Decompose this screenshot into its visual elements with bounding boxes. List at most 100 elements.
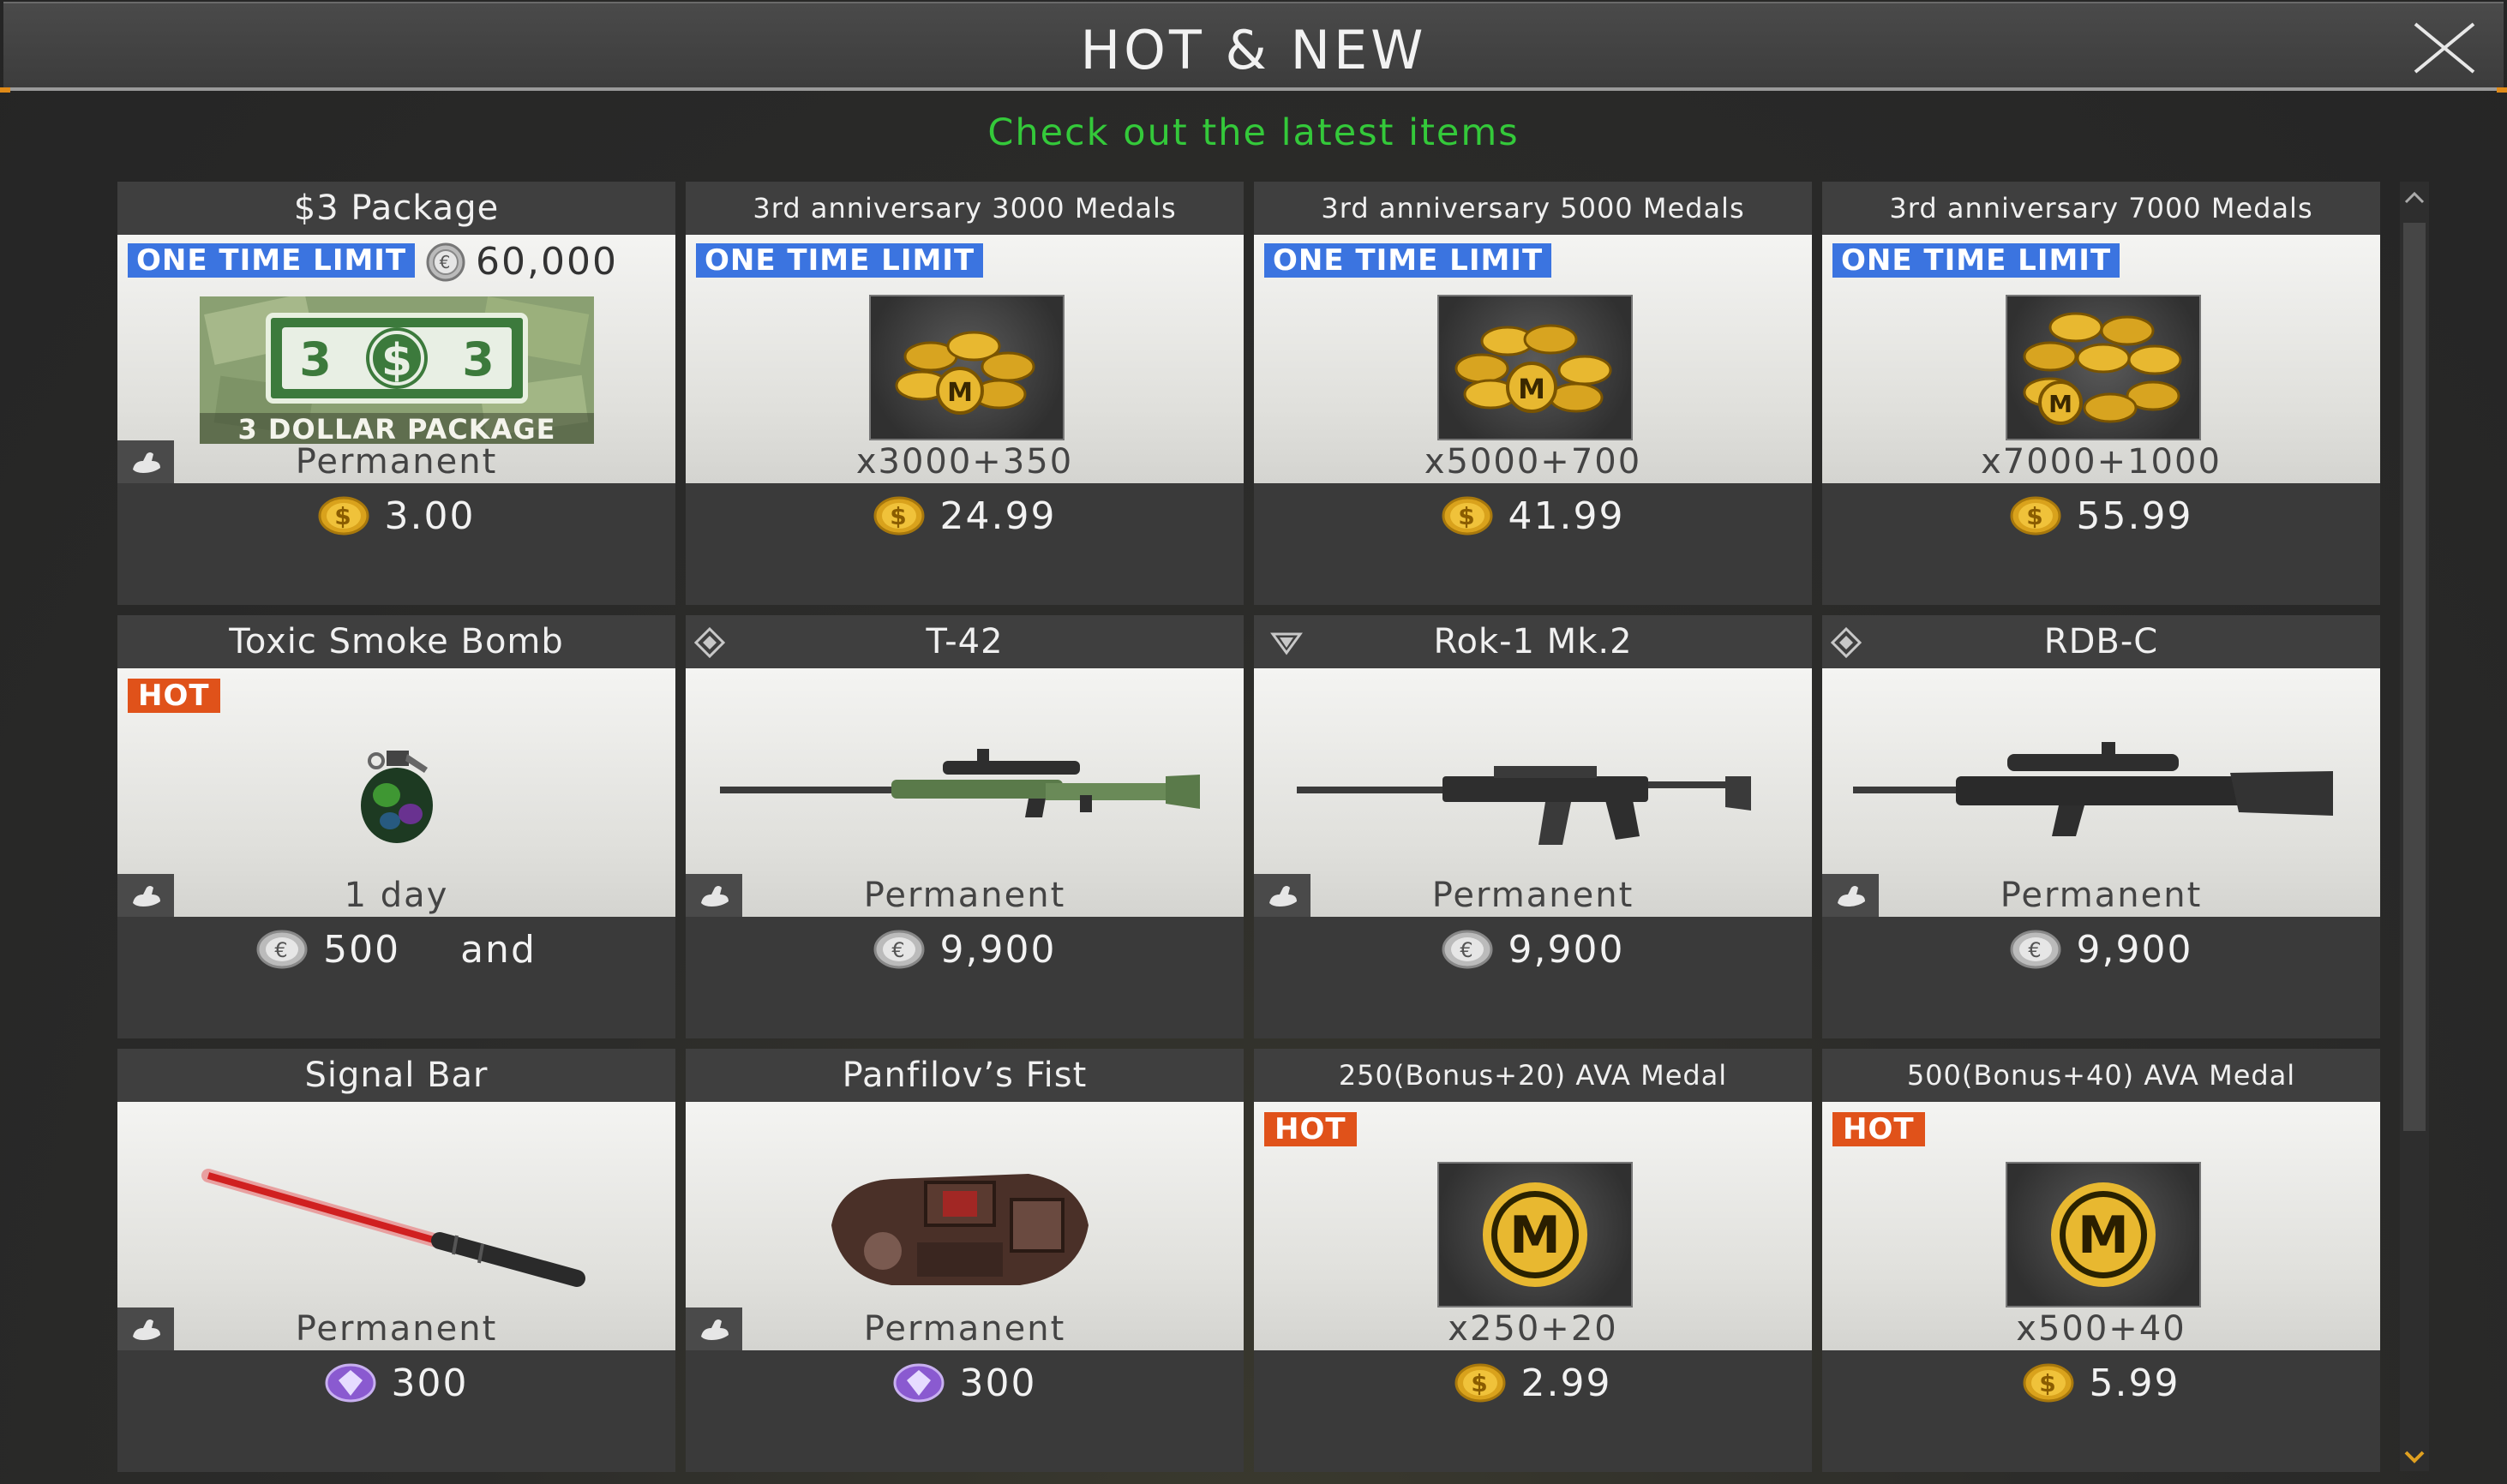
price-value: 5.99: [2089, 1361, 2180, 1405]
card-image-area: Permanent: [686, 668, 1244, 917]
shop-card-5000-medals[interactable]: 3rd anniversary 5000 Medals ONE TIME LIM…: [1254, 182, 1812, 605]
svg-text:$: $: [1471, 1369, 1489, 1397]
gift-icon[interactable]: [1254, 874, 1310, 917]
price-value: 24.99: [939, 494, 1057, 538]
price-extra-text: and: [460, 927, 537, 972]
diamond-grade-icon: [1831, 627, 1862, 658]
close-button[interactable]: [2412, 22, 2477, 74]
euro-coin-icon: €: [426, 242, 465, 281]
svg-text:€: €: [2028, 938, 2042, 962]
svg-text:€: €: [1460, 938, 1474, 962]
svg-text:$: $: [334, 502, 352, 530]
gift-icon[interactable]: [686, 874, 742, 917]
scroll-down-button[interactable]: [2400, 1437, 2429, 1471]
item-duration: Permanent: [2000, 876, 2203, 915]
gift-icon[interactable]: [117, 1307, 174, 1350]
package-label: 3 DOLLAR PACKAGE: [237, 413, 556, 446]
card-title: T-42: [686, 615, 1244, 668]
euro-coin-icon: €: [2010, 930, 2061, 969]
card-title: RDB-C: [1822, 615, 2380, 668]
card-image-area: ONE TIME LIMIT M x5000+700: [1254, 235, 1812, 483]
svg-text:$: $: [890, 502, 908, 530]
item-quantity: x500+40: [2016, 1309, 2186, 1349]
svg-text:M: M: [947, 378, 973, 408]
one-time-limit-badge: ONE TIME LIMIT: [128, 243, 416, 278]
card-image-area: HOT M x250+20: [1254, 1102, 1812, 1350]
shop-card-panfilovs-fist[interactable]: Panfilov’s Fist Permanent 300: [686, 1049, 1244, 1472]
corner-accent-left: [0, 87, 10, 93]
item-duration: Permanent: [295, 442, 498, 482]
gift-icon[interactable]: [686, 1307, 742, 1350]
item-duration: Permanent: [863, 1309, 1066, 1349]
scroll-up-button[interactable]: [2400, 182, 2429, 216]
gift-icon[interactable]: [117, 874, 174, 917]
price-row: € 9,900: [1822, 924, 2380, 975]
dollar-coin-icon: $: [318, 496, 369, 536]
card-image-area: Permanent: [686, 1102, 1244, 1350]
gift-icon[interactable]: [117, 440, 174, 483]
svg-text:M: M: [2078, 1206, 2129, 1266]
card-image-area: HOT M x500+40: [1822, 1102, 2380, 1350]
item-duration: Permanent: [295, 1309, 498, 1349]
price-row: $ 3.00: [117, 490, 675, 542]
scrollbar[interactable]: [2400, 182, 2429, 1471]
header-bar: HOT & NEW: [0, 2, 2507, 93]
shop-card-3-package[interactable]: $3 Package ONE TIME LIMIT € 60,000 3 3 $…: [117, 182, 675, 605]
svg-text:M: M: [2048, 390, 2072, 418]
price-row: 300: [117, 1357, 675, 1409]
svg-text:$: $: [1458, 502, 1476, 530]
svg-text:$: $: [2039, 1369, 2057, 1397]
price-row: € 9,900: [1254, 924, 1812, 975]
price-row: $ 55.99: [1822, 490, 2380, 542]
svg-text:3: 3: [299, 332, 332, 386]
item-quantity: x250+20: [1448, 1309, 1618, 1349]
price-value: 9,900: [939, 927, 1057, 972]
card-title: Signal Bar: [117, 1049, 675, 1102]
card-title: 3rd anniversary 3000 Medals: [686, 182, 1244, 235]
svg-text:M: M: [1518, 373, 1545, 405]
price-value: 500: [323, 927, 401, 972]
price-value: 300: [959, 1361, 1037, 1405]
price-row: $ 41.99: [1254, 490, 1812, 542]
chevron-grade-icon: [1270, 632, 1303, 655]
item-quantity: x3000+350: [855, 442, 1074, 482]
grenade-image: [361, 751, 433, 843]
shop-card-t-42[interactable]: T-42 Permanent € 9,900: [686, 615, 1244, 1038]
svg-text:€: €: [274, 938, 289, 962]
euro-coin-icon: €: [873, 930, 925, 969]
gift-icon[interactable]: [1822, 874, 1879, 917]
one-time-limit-badge: ONE TIME LIMIT: [1264, 243, 1552, 278]
shop-card-250-ava-medal[interactable]: 250(Bonus+20) AVA Medal HOT M x250+20 $ …: [1254, 1049, 1812, 1472]
svg-text:€: €: [440, 252, 453, 272]
dollar-coin-icon: $: [2010, 496, 2061, 536]
price-row: € 500 and: [117, 924, 675, 975]
page-title: HOT & NEW: [1080, 19, 1427, 81]
dollar-coin-icon: $: [1454, 1363, 1506, 1403]
shop-card-rdb-c[interactable]: RDB-C Permanent € 9,900: [1822, 615, 2380, 1038]
hot-badge: HOT: [1264, 1112, 1357, 1146]
chevron-down-icon: [2404, 1451, 2425, 1463]
price-row: $ 2.99: [1254, 1357, 1812, 1409]
one-time-limit-badge: ONE TIME LIMIT: [696, 243, 984, 278]
shop-card-rok-1-mk2[interactable]: Rok-1 Mk.2 Permanent € 9,900: [1254, 615, 1812, 1038]
card-image-area: ONE TIME LIMIT M x7000+1000: [1822, 235, 2380, 483]
dollar-coin-icon: $: [2023, 1363, 2074, 1403]
item-duration: Permanent: [863, 876, 1066, 915]
scroll-thumb[interactable]: [2403, 223, 2426, 1131]
medal-pile-image: M: [2006, 295, 2201, 440]
shop-card-3000-medals[interactable]: 3rd anniversary 3000 Medals ONE TIME LIM…: [686, 182, 1244, 605]
card-title: 3rd anniversary 7000 Medals: [1822, 182, 2380, 235]
gem-icon: [325, 1363, 375, 1403]
shop-card-signal-bar[interactable]: Signal Bar Permanent 300: [117, 1049, 675, 1472]
shop-card-7000-medals[interactable]: 3rd anniversary 7000 Medals ONE TIME LIM…: [1822, 182, 2380, 605]
price-row: 300: [686, 1357, 1244, 1409]
dollar-coin-icon: $: [873, 496, 925, 536]
item-quantity: x7000+1000: [1981, 442, 2222, 482]
price-row: $ 5.99: [1822, 1357, 2380, 1409]
svg-text:$: $: [2026, 502, 2044, 530]
shop-card-toxic-smoke-bomb[interactable]: Toxic Smoke Bomb HOT 1 day € 500 and: [117, 615, 675, 1038]
price-value: 3.00: [384, 494, 476, 538]
medal-pile-image: M: [1437, 295, 1633, 440]
shop-card-500-ava-medal[interactable]: 500(Bonus+40) AVA Medal HOT M x500+40 $ …: [1822, 1049, 2380, 1472]
card-image-area: Permanent: [117, 1102, 675, 1350]
